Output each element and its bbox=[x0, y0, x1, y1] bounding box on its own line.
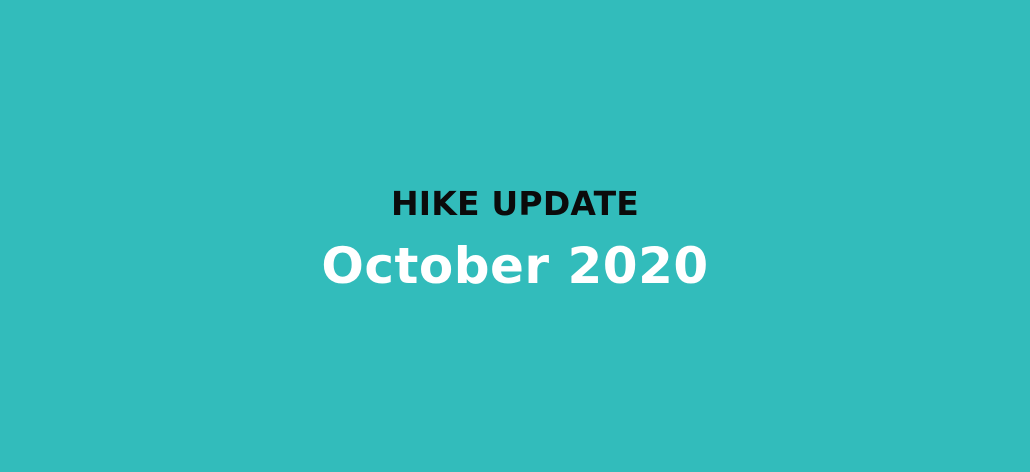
banner-eyebrow-label: HIKE UPDATE bbox=[390, 184, 640, 223]
hike-update-banner: HIKE UPDATE October 2020 bbox=[0, 0, 1030, 472]
banner-headline-date: October 2020 bbox=[321, 237, 709, 295]
